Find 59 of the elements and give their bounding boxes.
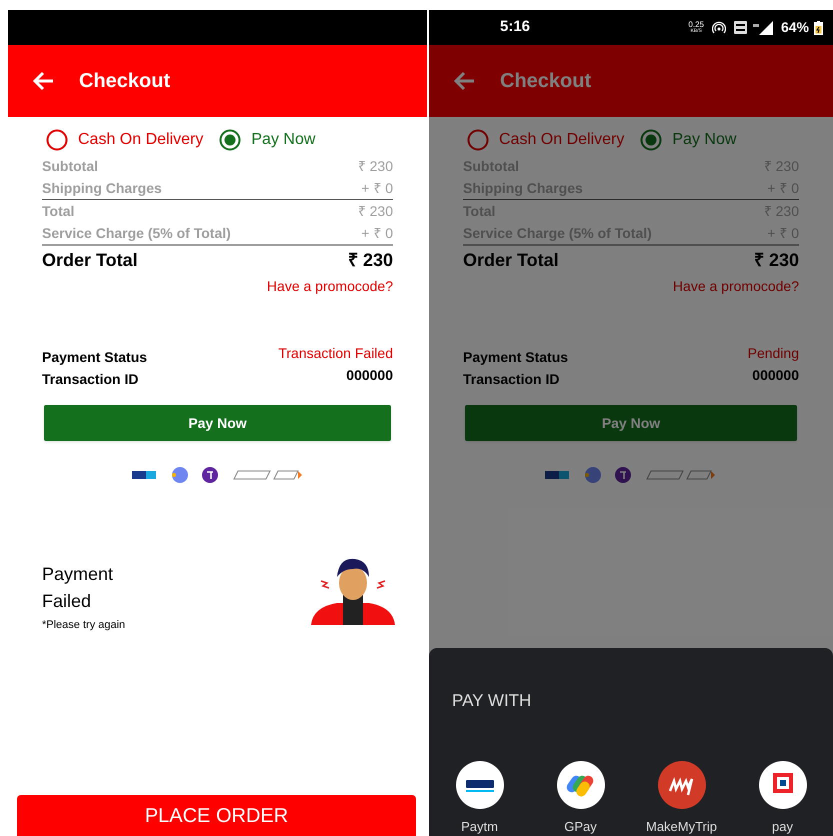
detail-value: Transaction Failed (278, 344, 393, 363)
summary-label: Shipping Charges (42, 178, 162, 198)
order-total-amount: ₹ 230 (754, 248, 799, 272)
detail-label: Payment Status (42, 348, 148, 367)
detail-value: 000000 (346, 366, 393, 385)
detail-label: Transaction ID (42, 370, 138, 389)
failure-note: *Please try again (42, 618, 126, 633)
payment-radio[interactable]: Pay Now (219, 128, 316, 152)
order-total-amount: ₹ 230 (348, 248, 393, 272)
screen-title: Checkout (500, 69, 592, 94)
upi-logo-icon (645, 470, 717, 480)
detail-value: Pending (748, 344, 799, 363)
summary-label: Subtotal (42, 156, 98, 176)
app-option[interactable]: pay (732, 760, 833, 836)
network-speed: 0.25 (688, 21, 704, 29)
wallet-logo-icon (202, 467, 218, 483)
summary-amount: + ₹ 0 (361, 178, 393, 198)
wallet-logo-icon (615, 467, 631, 483)
order-total-label: Order Total (42, 248, 138, 272)
script-logo-icon (658, 760, 706, 808)
back-arrow-icon[interactable] (32, 71, 54, 91)
app-option[interactable]: GPay (530, 760, 631, 836)
failure-title: Payment Failed (42, 563, 114, 613)
summary-amount: ₹ 230 (358, 156, 393, 176)
detail-value: 000000 (752, 366, 799, 385)
hotspot-icon (712, 20, 726, 34)
wallet-logo-icon (132, 471, 156, 479)
wallet-logo-icon (456, 760, 504, 808)
place-order-button[interactable]: PLACE ORDER (17, 795, 416, 836)
detail-label: Payment Status (463, 348, 568, 367)
battery-percent: 64% (780, 18, 809, 37)
wallet-logo-icon (583, 467, 601, 483)
summary-amount: + ₹ 0 (361, 224, 393, 242)
summary-label: Service Charge (5% of Total) (42, 224, 231, 243)
screen-title: Checkout (79, 69, 170, 94)
signal-icon (752, 20, 773, 34)
sheet-title: PAY WITH (452, 690, 532, 712)
wallet-logo-icon (170, 467, 188, 483)
order-total-label: Order Total (463, 248, 559, 272)
volte-icon (734, 21, 747, 34)
summary-label: Total (42, 202, 74, 220)
payment-radio[interactable]: Cash On Delivery (46, 128, 204, 152)
app-option[interactable]: MakeMyTrip (631, 760, 732, 836)
pay-now-button[interactable]: Pay Now (465, 405, 797, 441)
clock-time: 5:16 (500, 17, 530, 38)
summary-amount: ₹ 230 (358, 202, 393, 220)
back-arrow-icon[interactable] (453, 71, 475, 91)
detail-label: Transaction ID (463, 370, 560, 389)
promocode-link[interactable]: Have a promocode? (266, 276, 393, 296)
payment-radio[interactable]: Pay Now (640, 128, 736, 152)
bank-logo-icon (758, 760, 806, 808)
battery-charging-icon (814, 20, 823, 34)
wallet-logo-icon (545, 471, 569, 479)
payment-radio[interactable]: Cash On Delivery (467, 128, 624, 152)
promocode-link[interactable]: Have a promocode? (672, 276, 799, 296)
wallet-logo-icon (556, 760, 604, 808)
upi-logo-icon (232, 470, 304, 480)
pay-now-button[interactable]: Pay Now (44, 405, 391, 441)
app-option[interactable]: Paytm (429, 760, 530, 836)
